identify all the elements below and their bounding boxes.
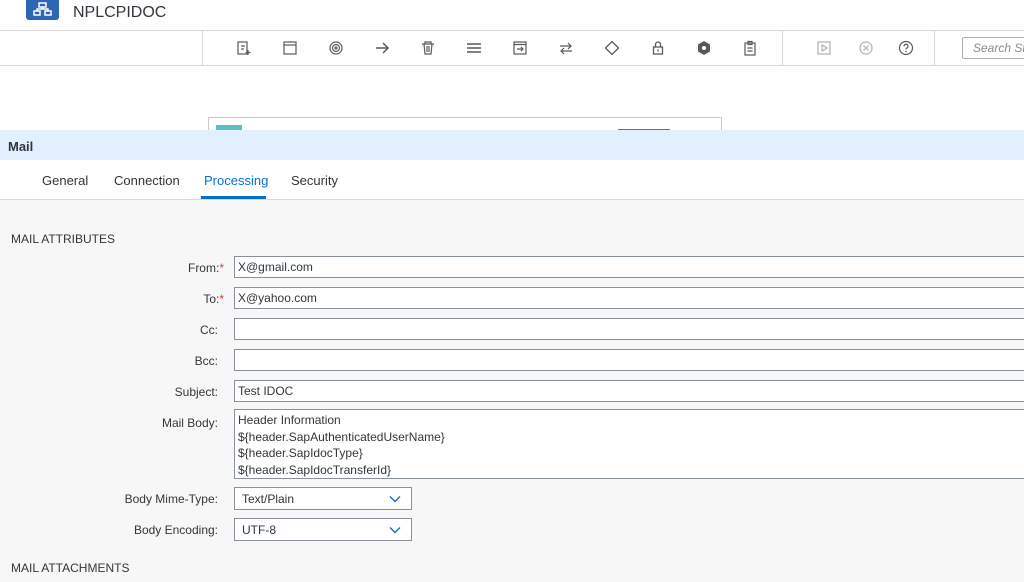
body-encoding-select[interactable]: UTF-8 bbox=[234, 518, 412, 541]
connector-arrow-icon[interactable] bbox=[372, 39, 392, 57]
add-flow-step-icon[interactable] bbox=[234, 39, 254, 57]
app-title: NPLCPIDOC bbox=[73, 4, 167, 21]
body-encoding-value: UTF-8 bbox=[242, 523, 276, 537]
mail-body-line: ${header.SapAuthenticatedUserName} bbox=[238, 429, 445, 444]
delete-icon[interactable] bbox=[418, 39, 438, 57]
tab-connection[interactable]: Connection bbox=[114, 173, 180, 188]
message-transformer-icon[interactable] bbox=[694, 39, 714, 57]
required-marker: * bbox=[219, 261, 224, 275]
tab-security[interactable]: Security bbox=[291, 173, 338, 188]
body-encoding-label: Body Encoding: bbox=[133, 523, 218, 537]
chevron-down-icon bbox=[389, 527, 401, 534]
panel-title: Mail bbox=[8, 139, 34, 154]
cancel-run-icon[interactable] bbox=[856, 39, 876, 57]
help-icon[interactable] bbox=[896, 39, 916, 57]
mail-attachments-section-title: MAIL ATTACHMENTS bbox=[11, 561, 130, 575]
body-mime-type-select[interactable]: Text/Plain bbox=[234, 487, 412, 510]
required-marker: * bbox=[219, 292, 224, 306]
mail-body-textarea[interactable]: Header Information ${header.SapAuthentic… bbox=[234, 409, 1024, 479]
body-mime-type-value: Text/Plain bbox=[242, 492, 295, 506]
clipboard-icon[interactable] bbox=[740, 39, 760, 57]
toolbar-separator bbox=[934, 31, 935, 66]
bcc-label: Bcc: bbox=[194, 354, 218, 368]
search-step-input[interactable]: Search Step bbox=[962, 37, 1024, 59]
from-label: From:* bbox=[14, 261, 224, 275]
participant-icon[interactable] bbox=[280, 39, 300, 57]
mail-body-line: ${header.SapIdocTransferId} bbox=[238, 462, 391, 477]
menu-icon[interactable] bbox=[464, 39, 484, 57]
mail-body-line: ${header.SapIdocType} bbox=[238, 446, 363, 460]
mail-body-label: Mail Body: bbox=[161, 416, 218, 430]
bcc-field[interactable] bbox=[234, 349, 1024, 371]
body-mime-type-label: Body Mime-Type: bbox=[124, 492, 218, 506]
subject-label: Subject: bbox=[174, 385, 218, 399]
tab-general[interactable]: General bbox=[42, 173, 88, 188]
properties-panel-header bbox=[0, 130, 1024, 160]
process-call-icon[interactable] bbox=[510, 39, 530, 57]
active-tab-indicator bbox=[201, 196, 266, 199]
to-field[interactable]: X@yahoo.com bbox=[234, 287, 1024, 309]
tab-processing[interactable]: Processing bbox=[204, 173, 268, 188]
mail-attributes-section-title: MAIL ATTRIBUTES bbox=[11, 232, 116, 246]
to-label: To:* bbox=[14, 292, 224, 306]
to-label-text: To: bbox=[203, 292, 220, 306]
integration-flow-logo-icon bbox=[26, 0, 59, 20]
mail-body-line: Header Information bbox=[238, 413, 341, 427]
request-reply-icon[interactable] bbox=[556, 39, 576, 57]
from-label-text: From: bbox=[187, 261, 220, 275]
cc-label: Cc: bbox=[200, 323, 218, 337]
toolbar-separator bbox=[202, 31, 203, 66]
gateway-icon[interactable] bbox=[602, 39, 622, 57]
subject-field[interactable]: Test IDOC bbox=[234, 380, 1024, 402]
palette-toolbar: Search Step bbox=[0, 30, 1024, 66]
event-icon[interactable] bbox=[326, 39, 346, 57]
from-field[interactable]: X@gmail.com bbox=[234, 256, 1024, 278]
cc-field[interactable] bbox=[234, 318, 1024, 340]
run-icon[interactable] bbox=[814, 39, 834, 57]
lock-icon[interactable] bbox=[648, 39, 668, 57]
toolbar-separator bbox=[782, 31, 783, 66]
chevron-down-icon bbox=[389, 496, 401, 503]
